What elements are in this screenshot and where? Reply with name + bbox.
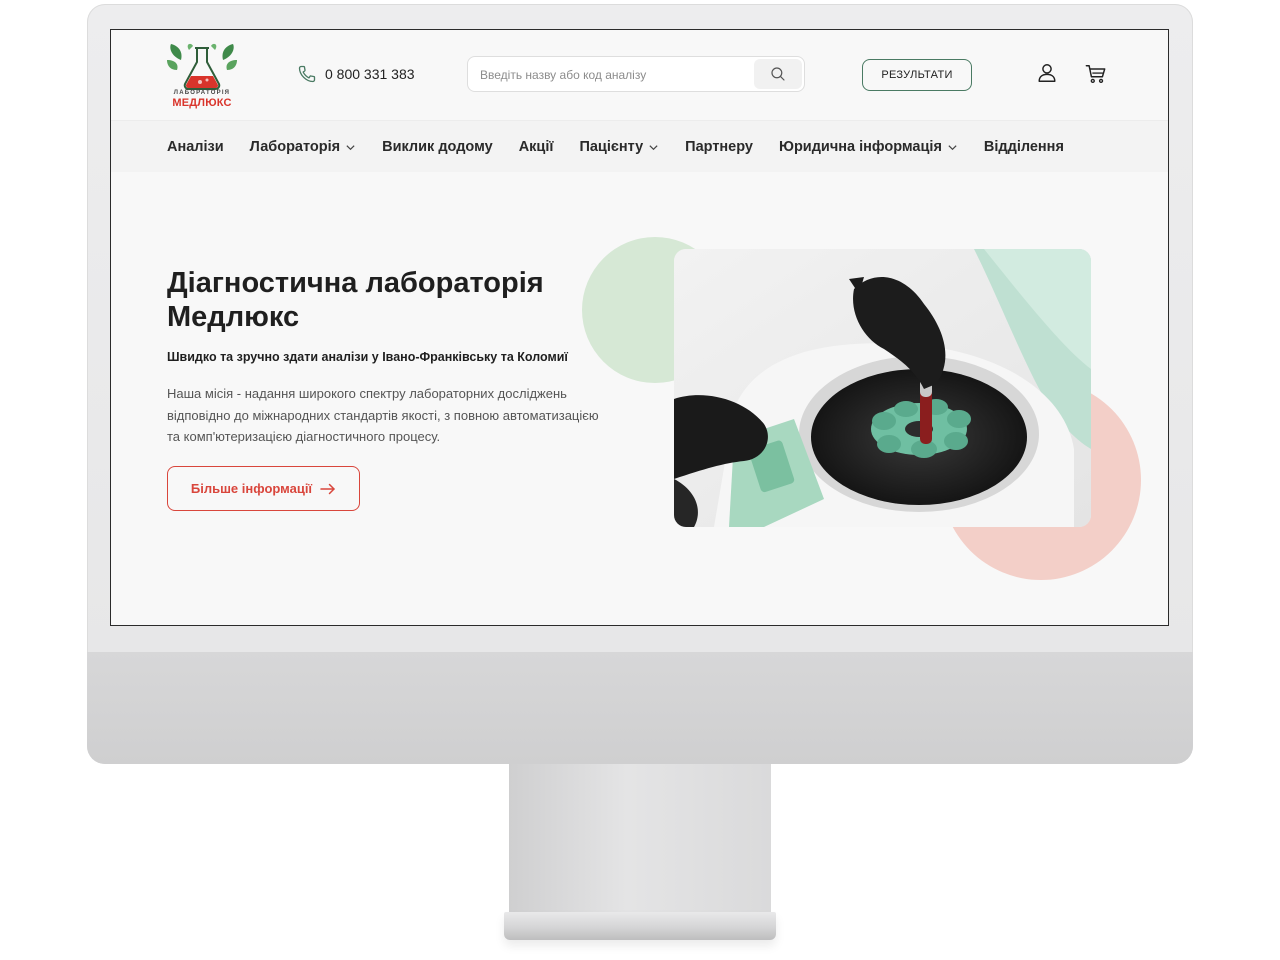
chevron-down-icon bbox=[649, 144, 658, 150]
more-info-label: Більше інформації bbox=[190, 481, 313, 496]
centrifuge-lab-photo bbox=[674, 249, 1091, 527]
nav-item-label: Пацієнту bbox=[579, 139, 644, 155]
hero-image bbox=[674, 249, 1091, 527]
more-info-button[interactable]: Більше інформації bbox=[167, 466, 360, 511]
logo-text-top: ЛАБОРАТОРІЯ bbox=[173, 90, 231, 96]
user-icon[interactable] bbox=[1036, 62, 1058, 84]
nav-item-label: Лабораторія bbox=[249, 139, 341, 155]
nav-item-partner[interactable]: Партнеру bbox=[685, 139, 753, 155]
nav-list: Аналізи Лабораторія Виклик додому Акції … bbox=[167, 121, 1090, 173]
logo-text-main: МЕДЛЮКС bbox=[172, 97, 232, 109]
monitor-stand bbox=[509, 764, 771, 916]
hero-description-line: Наша місія - надання широкого спектру ла… bbox=[167, 386, 567, 401]
nav-item-promotions[interactable]: Акції bbox=[519, 139, 554, 155]
chevron-down-icon bbox=[948, 144, 957, 150]
search-box bbox=[467, 56, 805, 92]
nav-item-patient[interactable]: Пацієнту bbox=[579, 139, 659, 155]
hero-description-line: відповідно до міжнародних стандартів яко… bbox=[167, 407, 599, 423]
results-button[interactable]: РЕЗУЛЬТАТИ bbox=[862, 59, 972, 91]
flask-leaves-logo-icon bbox=[167, 43, 237, 90]
hero-title-line: Діагностична лабораторія bbox=[167, 267, 544, 299]
nav-item-legal-info[interactable]: Юридична інформація bbox=[779, 139, 958, 155]
nav-item-label: Відділення bbox=[983, 139, 1064, 155]
phone-icon bbox=[298, 65, 316, 83]
site-logo[interactable]: ЛАБОРАТОРІЯ МЕДЛЮКС bbox=[167, 42, 237, 110]
main-nav: Аналізи Лабораторія Виклик додому Акції … bbox=[111, 120, 1168, 172]
nav-item-analyses[interactable]: Аналізи bbox=[167, 139, 224, 155]
hero-subtitle: Швидко та зручно здати аналізи у Івано-Ф… bbox=[167, 350, 568, 364]
nav-item-laboratory[interactable]: Лабораторія bbox=[250, 139, 356, 155]
monitor-chin bbox=[87, 652, 1193, 764]
cart-icon[interactable] bbox=[1085, 63, 1107, 85]
search-icon bbox=[771, 67, 785, 81]
site-header: ЛАБОРАТОРІЯ МЕДЛЮКС 0 800 331 383 РЕЗУЛЬ… bbox=[111, 30, 1168, 120]
nav-item-label: Акції bbox=[518, 139, 554, 155]
hero-title-line: Медлюкс bbox=[167, 301, 300, 333]
monitor-stand-base bbox=[504, 912, 776, 940]
phone-number: 0 800 331 383 bbox=[325, 66, 415, 82]
nav-item-label: Партнеру bbox=[685, 139, 753, 155]
nav-item-label: Виклик додому bbox=[382, 139, 493, 155]
nav-item-home-visit[interactable]: Виклик додому bbox=[382, 139, 493, 155]
nav-item-label: Юридична інформація bbox=[778, 139, 942, 155]
nav-item-branches[interactable]: Відділення bbox=[984, 139, 1064, 155]
website-screen: ЛАБОРАТОРІЯ МЕДЛЮКС 0 800 331 383 РЕЗУЛЬ… bbox=[110, 29, 1169, 626]
arrow-right-icon bbox=[320, 483, 335, 494]
phone-link[interactable]: 0 800 331 383 bbox=[297, 64, 415, 84]
chevron-down-icon bbox=[346, 144, 355, 150]
hero-description-line: та комп'ютеризацією діагностичного проце… bbox=[167, 429, 441, 444]
search-button[interactable] bbox=[754, 59, 802, 89]
hero-description: Наша місія - надання широкого спектру ла… bbox=[167, 383, 637, 448]
nav-item-label: Аналізи bbox=[167, 139, 224, 155]
hero-title: Діагностична лабораторія Медлюкс bbox=[167, 266, 637, 334]
search-input[interactable] bbox=[480, 65, 750, 85]
